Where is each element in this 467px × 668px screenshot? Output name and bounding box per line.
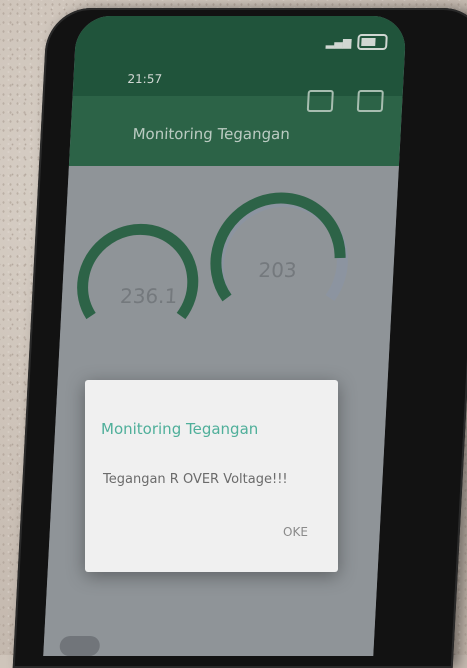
dialog-title: Monitoring Tegangan bbox=[101, 420, 259, 438]
alert-dialog: Monitoring Tegangan Tegangan R OVER Volt… bbox=[85, 380, 338, 572]
dialog-message: Tegangan R OVER Voltage!!! bbox=[103, 472, 288, 487]
ok-button[interactable]: OKE bbox=[283, 525, 308, 539]
